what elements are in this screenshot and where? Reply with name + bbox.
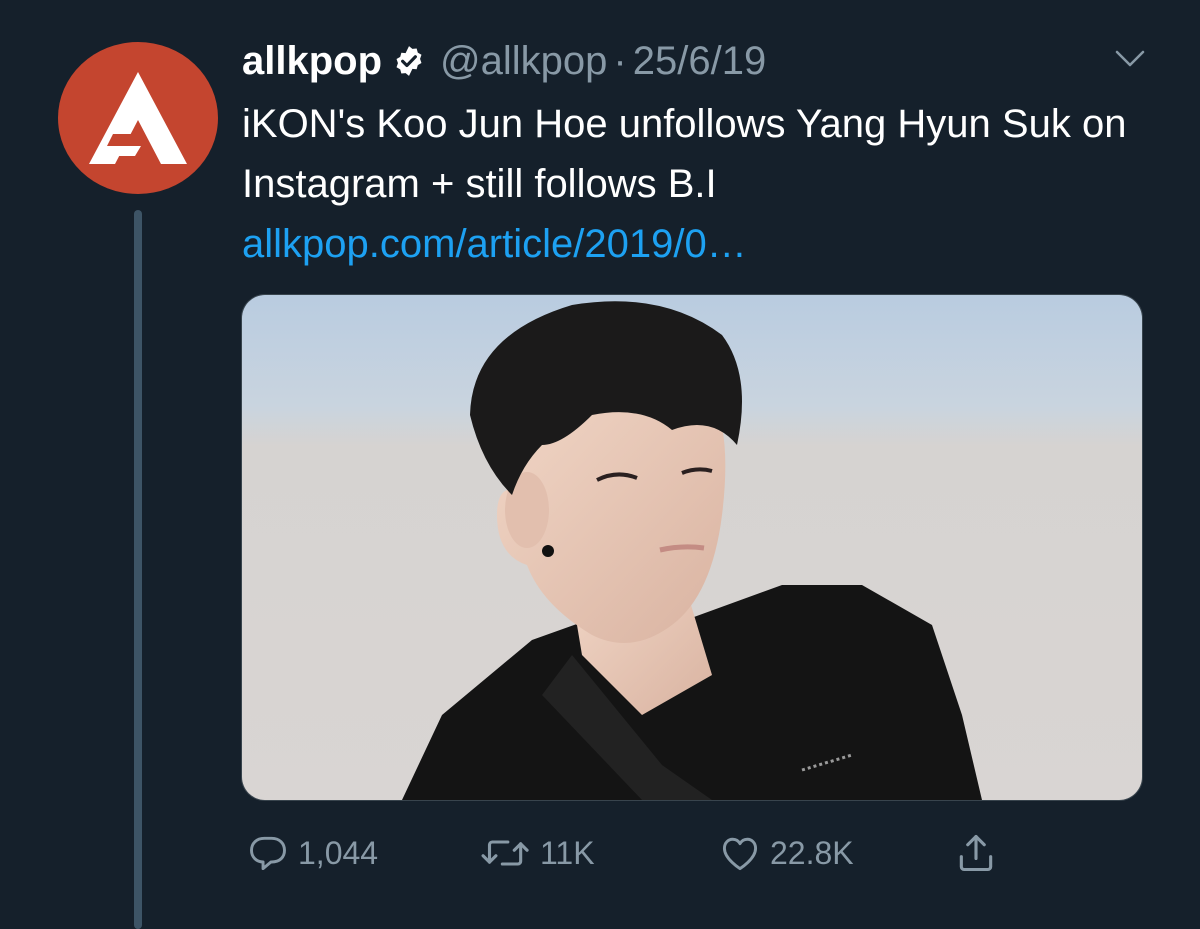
heart-icon [722,837,758,871]
tweet-actions: 1,044 11K 22.8K [242,826,1142,880]
retweet-button[interactable]: 11K [480,826,595,880]
tweet-header: allkpop @allkpop · 25/6/19 [242,36,766,86]
photo [242,295,1142,800]
retweet-icon [481,840,529,866]
thread-line [134,210,142,929]
chevron-down-icon[interactable] [1110,42,1150,76]
retweet-count: 11K [540,834,595,871]
like-count: 22.8K [770,834,854,871]
share-icon [959,834,993,872]
tweet-media-image[interactable] [241,294,1143,801]
like-button[interactable]: 22.8K [718,826,854,880]
reply-count: 1,044 [298,834,379,871]
share-button[interactable] [954,826,998,880]
handle[interactable]: @allkpop [440,39,607,84]
article-link[interactable]: allkpop.com/article/2019/0… [242,214,747,274]
separator-dot: · [613,38,627,83]
reply-button[interactable]: 1,044 [246,826,378,880]
tweet[interactable]: allkpop @allkpop · 25/6/19 iKON's Koo Ju… [0,0,1200,929]
allkpop-logo-icon [89,72,187,164]
tweet-date[interactable]: 25/6/19 [633,39,766,84]
tweet-text: iKON's Koo Jun Hoe unfollows Yang Hyun S… [242,102,1127,206]
avatar[interactable] [58,42,218,194]
verified-badge-icon [392,44,426,78]
reply-icon [250,836,286,871]
display-name[interactable]: allkpop [242,39,382,84]
